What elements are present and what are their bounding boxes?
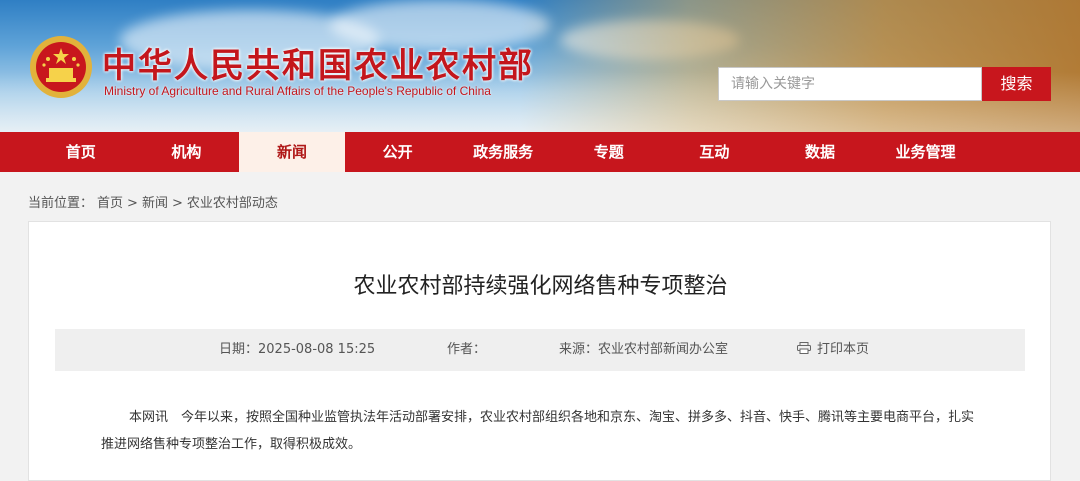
print-button[interactable]: 打印本页	[797, 329, 869, 371]
breadcrumb-link-news[interactable]: 新闻	[142, 196, 168, 211]
nav-item-business[interactable]: 业务管理	[873, 132, 979, 172]
article-body: 本网讯 今年以来，按照全国种业监管执法年活动部署安排，农业农村部组织各地和京东、…	[101, 404, 981, 458]
site-subtitle: Ministry of Agriculture and Rural Affair…	[104, 84, 491, 98]
print-label: 打印本页	[817, 342, 870, 357]
article-source: 来源：农业农村部新闻办公室	[559, 342, 729, 357]
nav-item-home[interactable]: 首页	[28, 132, 134, 172]
breadcrumb-separator: >	[127, 196, 138, 211]
breadcrumb-separator: >	[171, 196, 183, 211]
article-meta: 日期：2025-08-08 15:25 作者： 来源：农业农村部新闻办公室 打印…	[55, 329, 1025, 371]
breadcrumb-link-ministry-news[interactable]: 农业农村部动态	[187, 196, 278, 211]
breadcrumb-label: 当前位置：	[28, 196, 94, 211]
nav-item-interaction[interactable]: 互动	[662, 132, 768, 172]
article-paragraph: 本网讯 今年以来，按照全国种业监管执法年活动部署安排，农业农村部组织各地和京东、…	[101, 410, 975, 452]
search-input[interactable]: 请输入关键字	[718, 67, 982, 101]
breadcrumb-link-home[interactable]: 首页	[97, 196, 123, 211]
article-date: 日期：2025-08-08 15:25	[219, 342, 376, 357]
site-title[interactable]: 中华人民共和国农业农村部	[102, 38, 534, 87]
search-button[interactable]: 搜索	[982, 67, 1051, 101]
printer-icon	[797, 342, 811, 354]
national-emblem-icon	[30, 36, 92, 98]
site-header: 中华人民共和国农业农村部 Ministry of Agriculture and…	[0, 0, 1080, 132]
nav-item-organization[interactable]: 机构	[134, 132, 240, 172]
main-nav: 首页 机构 新闻 公开 政务服务 专题 互动 数据 业务管理	[0, 132, 1080, 172]
nav-item-data[interactable]: 数据	[767, 132, 873, 172]
breadcrumb: 当前位置： 首页 > 新闻 > 农业农村部动态	[28, 192, 282, 211]
nav-item-news[interactable]: 新闻	[239, 132, 345, 172]
article-title: 农业农村部持续强化网络售种专项整治	[353, 274, 728, 299]
article-card: 农业农村部持续强化网络售种专项整治 日期：2025-08-08 15:25 作者…	[28, 221, 1051, 481]
nav-item-topics[interactable]: 专题	[556, 132, 662, 172]
nav-item-services[interactable]: 政务服务	[450, 132, 556, 172]
nav-item-public[interactable]: 公开	[345, 132, 451, 172]
article-author: 作者：	[447, 342, 487, 357]
